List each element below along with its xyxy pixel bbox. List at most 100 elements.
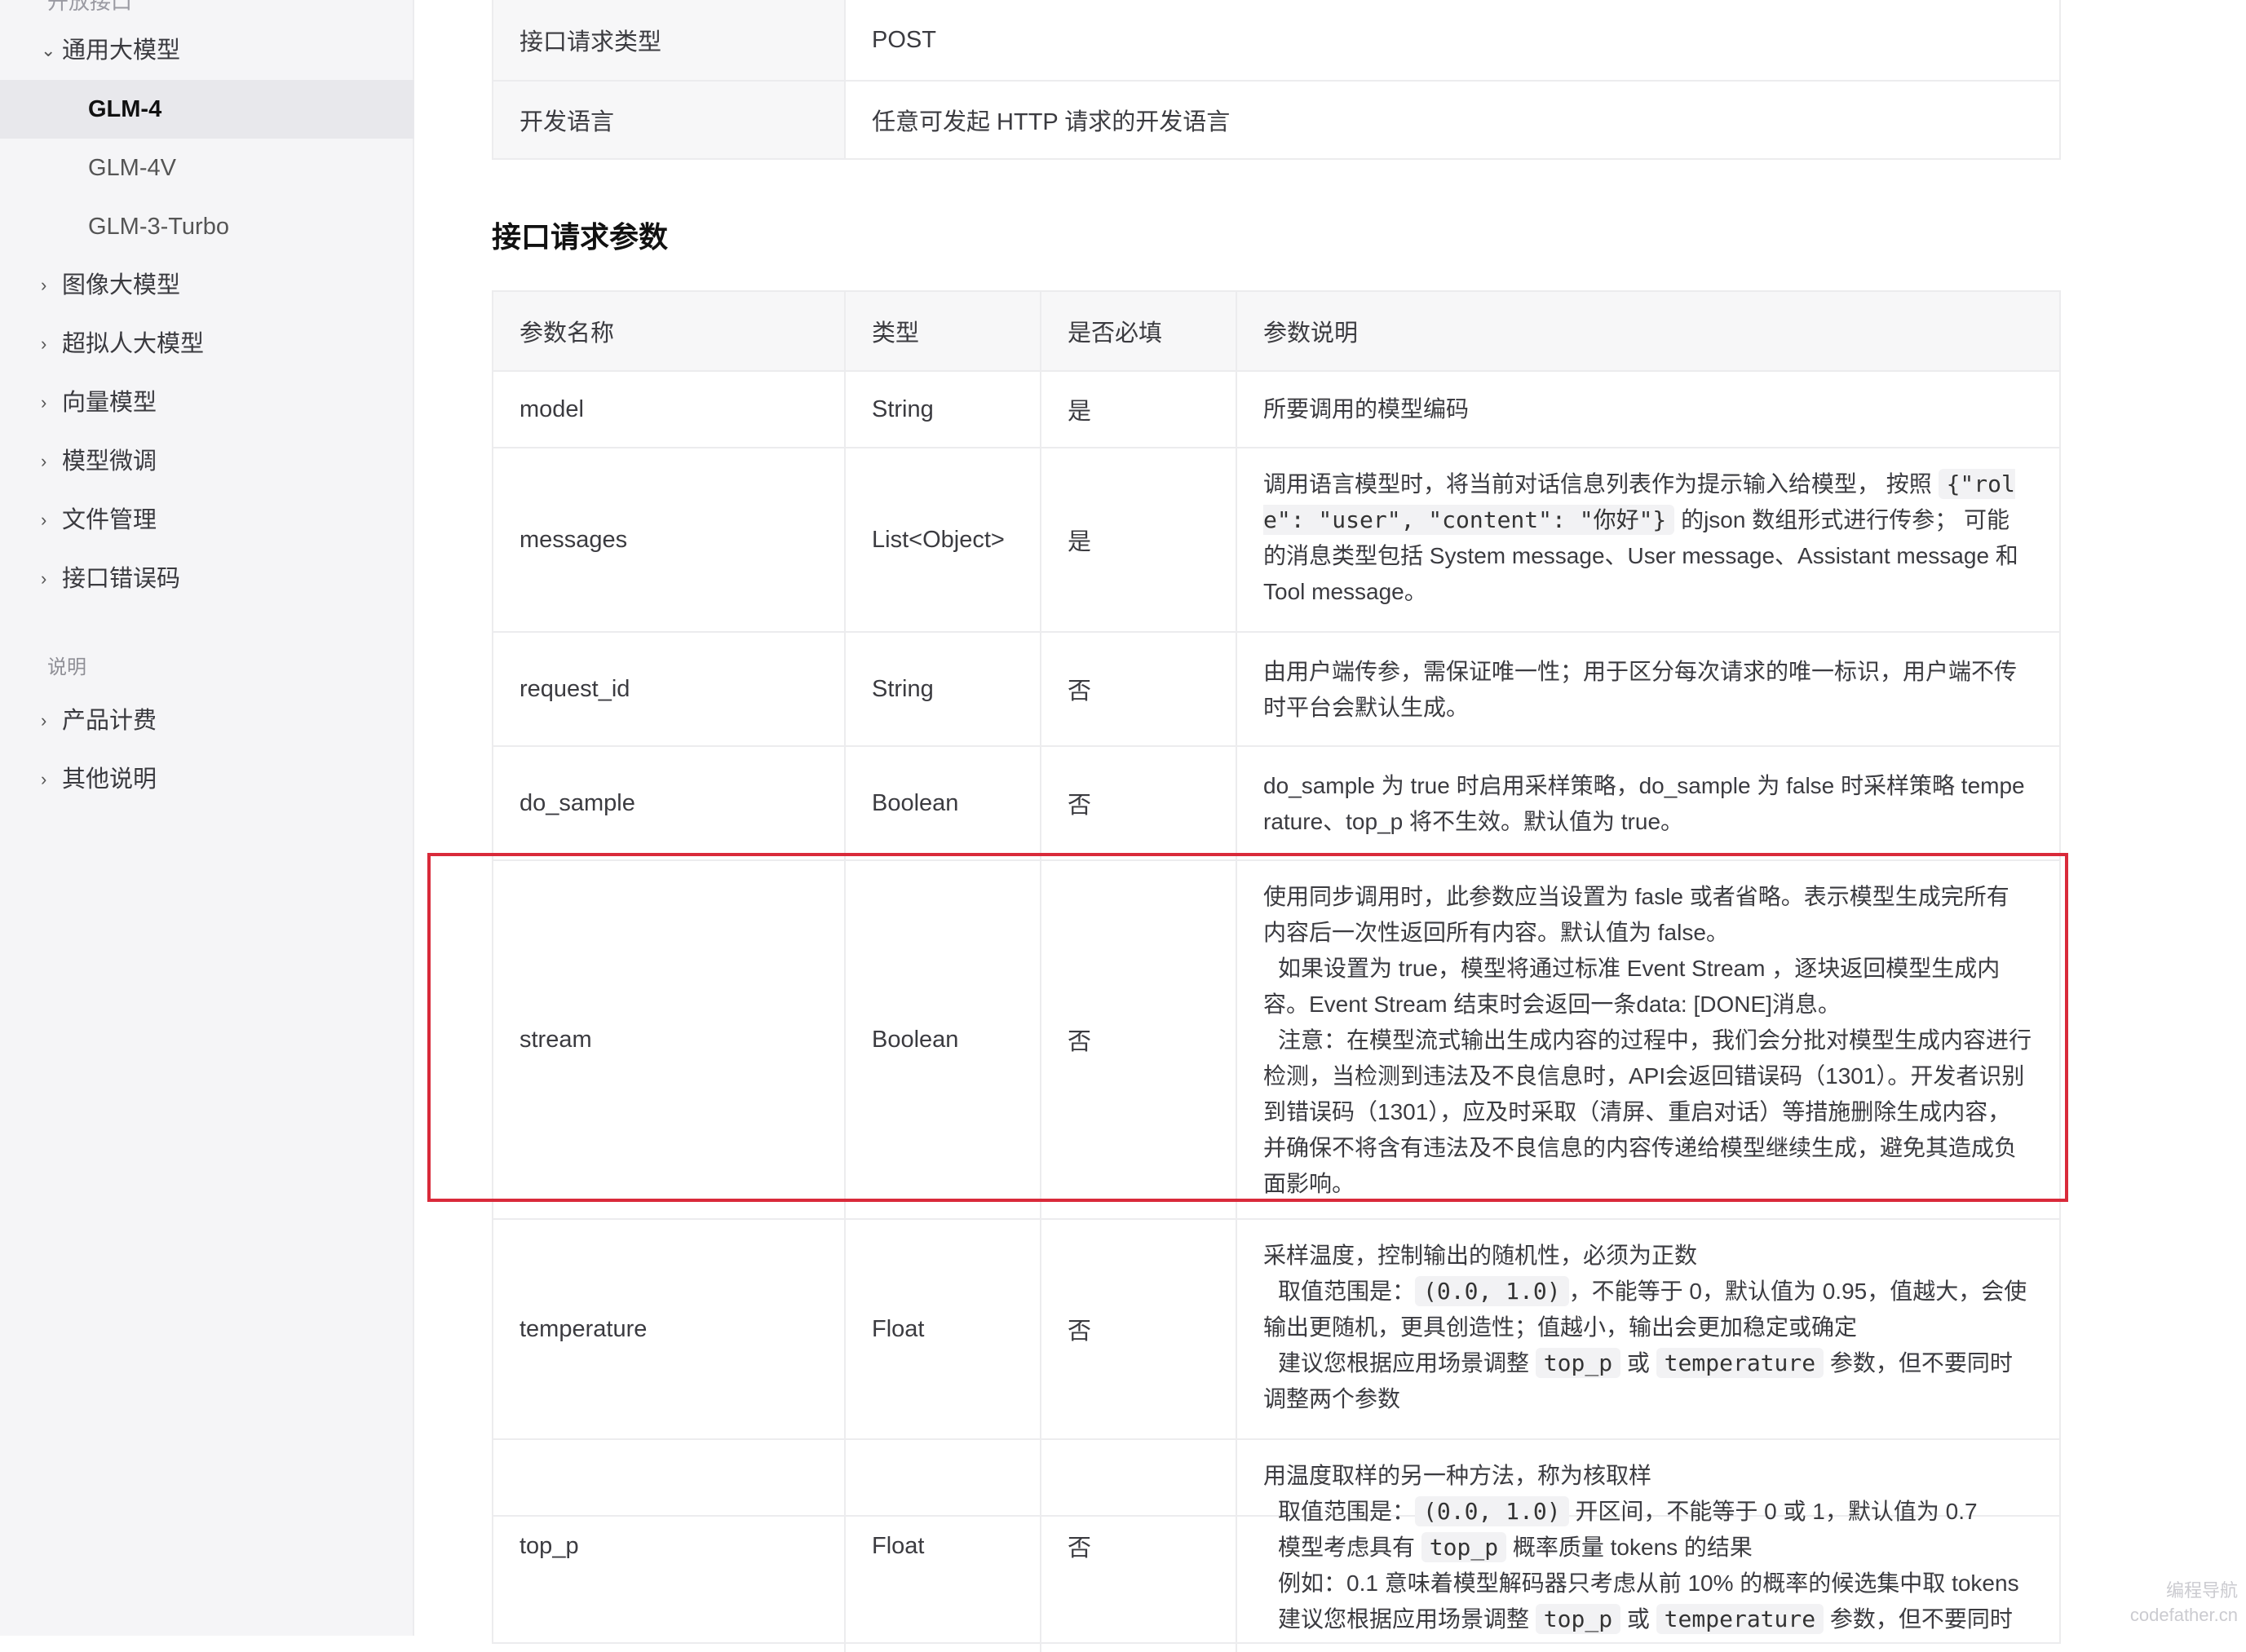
description-text: 使用同步调用时，此参数应当设置为 fasle 或者省略。表示模型生成完所有内容后… [1263,884,2009,945]
param-required: 否 [1041,633,1237,745]
description-line: 取值范围是： (0.0, 1.0) ，不能等于 0，默认值为 0.95，值越大，会使… [1263,1274,2032,1345]
column-header: 是否必填 [1041,292,1237,370]
param-description: 用温度取样的另一种方法，称为核取样 取值范围是： (0.0, 1.0) 开区间，不… [1237,1440,2059,1652]
chevron-down-icon: ⌄ [41,40,56,60]
main-content: 接口请求类型 POST 开发语言 任意可发起 HTTP 请求的开发语言 接口请求… [414,0,2246,1652]
description-text: 调用语言模型时，将当前对话信息列表作为提示输入给模型， 按照 [1263,471,1932,497]
sidebar-group-file-management[interactable]: › 文件管理 [0,491,414,550]
param-description: 所要调用的模型编码 [1237,372,2059,447]
description-text: 用温度取样的另一种方法，称为核取样 [1263,1463,1652,1488]
sidebar-item-glm-4[interactable]: GLM-4 [0,80,414,139]
description-text: 参数，但不要同时 [1829,1606,2013,1632]
param-name: request_id [493,633,846,745]
api-info-table: 接口请求类型 POST 开发语言 任意可发起 HTTP 请求的开发语言 [492,0,2061,160]
sidebar-group-label: 超拟人大模型 [62,331,205,357]
param-required: 否 [1041,861,1237,1218]
description-text: 或 [1626,1350,1650,1376]
description-text: 开区间，不能等于 0 或 1，默认值为 0.7 [1575,1499,1978,1524]
sidebar-item-label: GLM-3-Turbo [88,214,229,240]
watermark: 编程导航 codefather.cn [2130,1579,2238,1628]
sidebar-group-label: 其他说明 [62,766,157,793]
param-description: 使用同步调用时，此参数应当设置为 fasle 或者省略。表示模型生成完所有内容后… [1237,861,2059,1218]
description-line: 取值范围是： (0.0, 1.0) 开区间，不能等于 0 或 1，默认值为 0.7 [1263,1494,2032,1530]
params-table: 参数名称 类型 是否必填 参数说明 model String 是 所要调用的模型… [492,290,2061,1652]
sidebar-group-label: 模型微调 [62,448,157,475]
table-row: temperature Float 否 采样温度，控制输出的随机性，必须为正数 … [493,1220,2059,1440]
param-type: Boolean [846,747,1041,859]
description-text: 例如：0.1 意味着模型解码器只考虑从前 10% 的概率的候选集中取 token… [1278,1570,2019,1596]
inline-code: top_p [1535,1604,1621,1634]
sidebar-section-label: 说明 [47,656,86,678]
param-name: top_p [493,1440,846,1652]
sidebar-group-embedding-models[interactable]: › 向量模型 [0,373,414,432]
section-title: 接口请求参数 [492,220,669,254]
table-row: model String 是 所要调用的模型编码 [493,372,2059,448]
info-value: POST [872,26,936,53]
sidebar-group-general-models[interactable]: ⌄ 通用大模型 [0,21,414,80]
param-required: 否 [1041,747,1237,859]
sidebar-group-label: 文件管理 [62,507,157,533]
watermark-line: codefather.cn [2129,1605,2238,1625]
param-type: Float [846,1220,1041,1438]
column-header: 参数说明 [1263,320,1359,347]
sidebar-group-label: 图像大模型 [62,272,181,298]
description-text: 如果设置为 true，模型将通过标准 Event Stream ，逐块返回模型生… [1263,956,2001,1017]
chevron-right-icon: › [41,333,47,354]
inline-code: temperature [1656,1604,1824,1634]
sidebar-group-fine-tuning[interactable]: › 模型微调 [0,432,414,491]
chevron-right-icon: › [41,510,47,530]
table-row-stream: stream Boolean 否 使用同步调用时，此参数应当设置为 fasle … [493,861,2059,1220]
description-text: do_sample 为 true 时启用采样策略，do_sample 为 fal… [1263,773,2025,834]
description-text: 采样温度，控制输出的随机性，必须为正数 [1263,1243,1698,1268]
param-name: do_sample [493,747,846,859]
description-text: 取值范围是： [1278,1279,1416,1304]
param-required: 否 [1041,1440,1237,1652]
param-type: String [846,633,1041,745]
param-description: do_sample 为 true 时启用采样策略，do_sample 为 fal… [1237,747,2059,859]
param-name: model [493,372,846,447]
description-text: 建议您根据应用场景调整 [1278,1606,1530,1632]
sidebar-item-glm-3-turbo[interactable]: GLM-3-Turbo [0,197,414,256]
sidebar-group-character-models[interactable]: › 超拟人大模型 [0,315,414,373]
param-description: 采样温度，控制输出的随机性，必须为正数 取值范围是： (0.0, 1.0) ，不能等… [1237,1220,2059,1438]
chevron-right-icon: › [41,451,47,471]
param-name: temperature [493,1220,846,1438]
param-required: 是 [1041,372,1237,447]
description-text: 模型考虑具有 [1278,1535,1416,1560]
inline-code: (0.0, 1.0) [1415,1496,1569,1526]
table-row: top_p Float 否 用温度取样的另一种方法，称为核取样 取值范围是： (0… [493,1440,2059,1652]
sidebar-group-label: 产品计费 [62,708,157,734]
sidebar-item-label: GLM-4V [88,155,176,181]
param-type: String [846,372,1041,447]
description-line: 模型考虑具有 top_p 概率质量 tokens 的结果 [1263,1530,2032,1566]
sidebar-item-label: GLM-4 [88,96,162,122]
sidebar-group-image-models[interactable]: › 图像大模型 [0,256,414,315]
sidebar-group-pricing[interactable]: › 产品计费 [0,691,414,750]
description-text: 概率质量 tokens 的结果 [1512,1535,1753,1560]
sidebar-group-other-notes[interactable]: › 其他说明 [0,750,414,809]
description-text: 由用户端传参，需保证唯一性；用于区分每次请求的唯一标识，用户端不传时平台会默认生… [1263,659,2018,720]
description-line: 建议您根据应用场景调整 top_p 或 temperature 参数，但不要同时 [1263,1601,2032,1637]
info-key: 开发语言 [493,82,846,158]
inline-code: temperature [1656,1348,1824,1378]
info-key: 接口请求类型 [493,0,846,80]
chevron-right-icon: › [41,392,47,413]
inline-code: top_p [1421,1532,1507,1562]
description-text: 所要调用的模型编码 [1263,396,1470,422]
sidebar: 开放接口 ⌄ 通用大模型 GLM-4 GLM-4V GLM-3-Turbo › … [0,0,414,1636]
description-text: 或 [1626,1606,1650,1632]
sidebar-item-glm-4v[interactable]: GLM-4V [0,139,414,197]
chevron-right-icon: › [41,568,47,589]
table-header-row: 参数名称 类型 是否必填 参数说明 [493,292,2059,372]
table-row: 开发语言 任意可发起 HTTP 请求的开发语言 [493,82,2059,158]
param-description: 调用语言模型时，将当前对话信息列表作为提示输入给模型， 按照 {"role": … [1237,448,2059,631]
description-text: 注意：在模型流式输出生成内容的过程中，我们会分批对模型生成内容进行检测，当检测到… [1263,1027,2032,1196]
inline-code: top_p [1535,1348,1621,1378]
sidebar-section-label-top: 开放接口 [47,0,133,14]
watermark-line: 编程导航 [2165,1580,2238,1601]
chevron-right-icon: › [41,769,47,789]
sidebar-group-error-codes[interactable]: › 接口错误码 [0,550,414,608]
param-type: Float [846,1440,1041,1652]
table-row: messages List<Object> 是 调用语言模型时，将当前对话信息列… [493,448,2059,633]
param-required: 否 [1041,1220,1237,1438]
